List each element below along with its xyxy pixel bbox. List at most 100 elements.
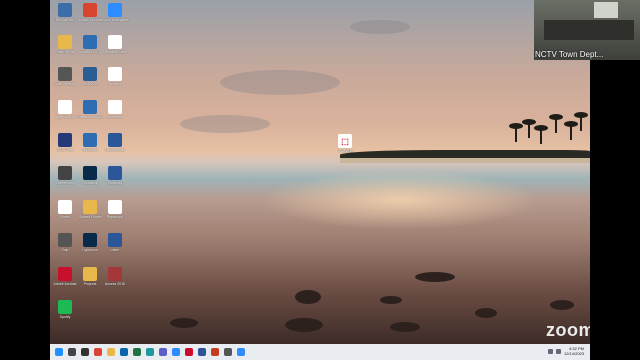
desktop-icon[interactable]: Letter — [103, 233, 127, 252]
desktop-icon-label: Bluebeam — [107, 115, 123, 119]
palm-tree — [534, 125, 548, 144]
desktop-icon-label: CAD Tools — [56, 148, 74, 152]
video-screen — [594, 2, 618, 18]
system-tray: 4:32 PM 12/14/2023 — [547, 346, 584, 356]
network-icon[interactable] — [547, 348, 553, 354]
network-icon — [108, 67, 122, 81]
desktop-icon-label: Spotify — [59, 315, 71, 319]
word-icon[interactable] — [198, 348, 206, 356]
desktop-icon[interactable]: Report.pdf — [103, 200, 127, 219]
desktop-icon[interactable]: Bluebeam — [103, 100, 127, 119]
desktop-icon[interactable]: Microsoft Store — [103, 35, 127, 54]
desktop-icon[interactable]: Google Chrome — [78, 3, 102, 22]
desktop-icon[interactable]: Screenshot — [53, 166, 77, 185]
desktop-icon[interactable]: CAD Tools — [53, 133, 77, 152]
desktop-icon-label: Access 2016 — [104, 282, 126, 286]
desktop-icon[interactable]: CivilStorm — [78, 133, 102, 152]
letterbox-right — [590, 60, 640, 360]
taskbar: 4:32 PM 12/14/2023 — [50, 344, 590, 360]
pdf-icon: ⬚ — [338, 134, 352, 148]
search-icon[interactable] — [68, 348, 76, 356]
cloud — [350, 20, 410, 34]
powerpoint-icon[interactable] — [211, 348, 219, 356]
desktop-icon-label: Lightroom — [82, 248, 98, 252]
desktop-icon[interactable]: Revit 2023 — [78, 67, 102, 86]
recycle-bin-icon — [58, 3, 72, 17]
desktop-icon[interactable]: Adobe Acrobat — [53, 267, 77, 286]
desktop-icon-label: Revit 2023 — [81, 82, 99, 86]
revit-icon — [83, 67, 97, 81]
desktop-icon-label: Minutes.docx — [104, 148, 126, 152]
teams-icon[interactable] — [159, 348, 167, 356]
desktop-icon-label: Recycle Bin — [55, 18, 75, 22]
desktop-icon[interactable]: Snip — [53, 233, 77, 252]
palm-tree — [522, 119, 536, 138]
desktop-icon[interactable]: ScanToFile — [53, 35, 77, 54]
desktop-icon-label: Google Chrome — [77, 18, 103, 22]
windows-start-icon[interactable] — [55, 348, 63, 356]
desktop-icon-label: Wordpad — [107, 181, 123, 185]
beach — [340, 158, 590, 163]
desktop-icon-label: Zoom Workplace — [101, 18, 129, 22]
desktop-file-pdf[interactable]: ⬚ 4-4-WEB — [335, 134, 355, 153]
participant-name: NCTV Town Dept... — [535, 50, 604, 59]
spotify-icon — [58, 300, 72, 314]
desktop-icon[interactable]: ProjectWise 2023 — [76, 100, 104, 119]
pdf-icon — [108, 200, 122, 214]
desktop-icon-label: Photoshop — [81, 181, 99, 185]
rock — [415, 272, 455, 282]
zoom-watermark: zoom — [546, 320, 590, 340]
desktop-icon[interactable]: Zoom Workplace — [101, 3, 129, 22]
rock — [285, 318, 323, 332]
cloud — [180, 115, 270, 133]
clock[interactable]: 4:32 PM 12/14/2023 — [564, 346, 584, 356]
desktop-icon-label: Agenda.pdf — [56, 115, 74, 119]
excel-icon[interactable] — [133, 348, 141, 356]
folder-icon — [83, 200, 97, 214]
acrobat-icon[interactable] — [185, 348, 193, 356]
acrobat-icon — [58, 267, 72, 281]
desktop-icon-label: VistaDM 2024 — [79, 50, 101, 54]
palm-tree — [549, 114, 563, 133]
desktop-icon[interactable]: Notes — [53, 200, 77, 219]
desktop-icon[interactable]: Wordpad — [103, 166, 127, 185]
desktop-icon-label: ScanToFile — [56, 50, 74, 54]
outlook-icon[interactable] — [120, 348, 128, 356]
desktop-icon[interactable]: Minutes.docx — [103, 133, 127, 152]
word-icon — [108, 166, 122, 180]
zoom-icon[interactable] — [172, 348, 180, 356]
file-explorer-icon[interactable] — [107, 348, 115, 356]
palm-tree — [509, 123, 523, 142]
desktop-icon[interactable]: Recycle Bin — [53, 3, 77, 22]
desktop-wallpaper: ⬚ 4-4-WEB zoom — [50, 0, 590, 344]
sun-glow — [260, 170, 540, 230]
zoom-icon[interactable] — [237, 348, 245, 356]
desktop-icon[interactable]: VistaDM 2024 — [78, 35, 102, 54]
desktop-icon[interactable]: Projects — [78, 267, 102, 286]
bluebeam-icon — [108, 100, 122, 114]
volume-icon[interactable] — [555, 348, 561, 354]
edge-icon[interactable] — [146, 348, 154, 356]
desktop-icon[interactable]: Spotify — [53, 300, 77, 319]
desktop-icon-label: Notes — [60, 215, 70, 219]
desktop-icon-label: Town Meeting — [54, 82, 76, 86]
chrome-icon[interactable] — [94, 348, 102, 356]
task-view-icon[interactable] — [81, 348, 89, 356]
rock — [550, 300, 574, 310]
rock — [475, 308, 497, 318]
desktop-icon[interactable]: Shared Folder — [78, 200, 102, 219]
desktop-icon[interactable]: Town Meeting — [53, 67, 77, 86]
word-icon — [108, 133, 122, 147]
desktop-icon[interactable]: Photoshop — [78, 166, 102, 185]
palm-tree — [564, 121, 578, 140]
projectwise-icon — [83, 100, 97, 114]
screen: ⬚ 4-4-WEB zoom Recycle Bin Google Chrome Z… — [0, 0, 640, 360]
desktop-icon[interactable]: Lightroom — [78, 233, 102, 252]
desktop-icon-label: Letter — [110, 248, 120, 252]
store-icon — [108, 35, 122, 49]
desktop-icon[interactable]: Access 2016 — [103, 267, 127, 286]
desktop-icon[interactable]: Agenda.pdf — [53, 100, 77, 119]
folder-icon — [58, 35, 72, 49]
settings-icon[interactable] — [224, 348, 232, 356]
desktop-icon[interactable]: Network — [103, 67, 127, 86]
